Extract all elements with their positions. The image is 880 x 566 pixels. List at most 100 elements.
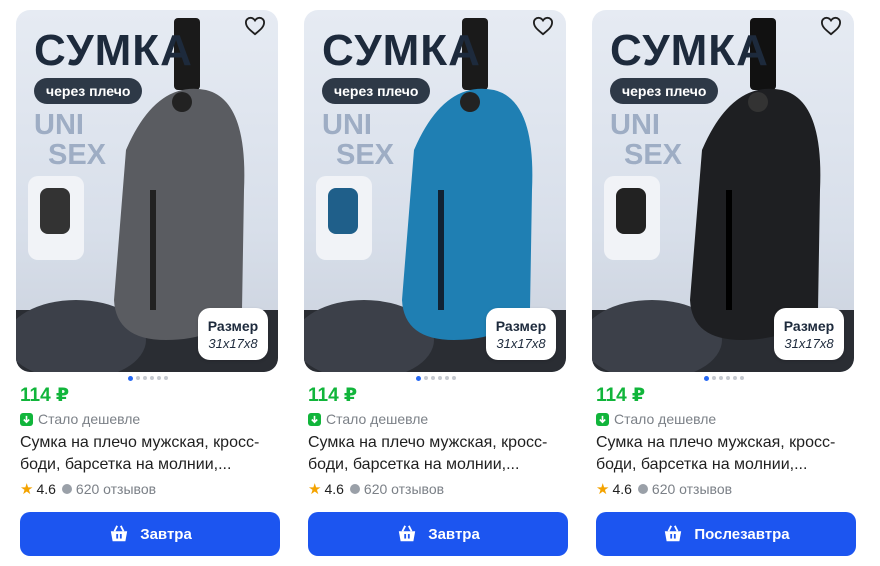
size-badge: Размер 31x17x8 [198,308,268,360]
basket-icon [111,525,128,542]
size-value: 31x17x8 [208,335,258,351]
unisex-line2: SEX [336,139,395,171]
price-drop-badge: Стало дешевле [308,411,428,427]
pager-dot [719,376,723,380]
image-pager [128,376,168,382]
rating-row: ★ 4.6 620 отзывов [308,480,444,498]
size-value: 31x17x8 [496,335,546,351]
product-photo[interactable]: СУМКА через плечо UNI SEX Размер 31x17x8 [304,10,566,372]
size-badge: Размер 31x17x8 [774,308,844,360]
button-label: Завтра [428,525,480,543]
reviews-count: 620 отзывов [363,481,445,497]
title-line1: Сумка на плечо мужская, кросс- [20,434,260,451]
product-photo[interactable]: СУМКА через плечо UNI SEX Размер 31x17x8 [592,10,854,372]
price-down-icon [596,412,609,426]
reviews-count: 620 отзывов [651,481,733,497]
image-chip: через плечо [322,78,431,104]
image-chip: через плечо [610,78,719,104]
product-card[interactable]: СУМКА через плечо UNI SEX Размер 31x17x8… [300,10,568,558]
reviews-link[interactable]: 620 отзывов [61,481,157,497]
product-card[interactable]: СУМКА через плечо UNI SEX Размер 31x17x8… [12,10,280,558]
product-title[interactable]: Сумка на плечо мужская, кросс- боди, бар… [308,432,566,476]
product-title[interactable]: Сумка на плечо мужская, кросс- боди, бар… [596,432,854,476]
pager-dot [733,376,737,380]
pager-dot [438,376,442,380]
image-headline: СУМКА [610,26,769,75]
badge-label: Стало дешевле [326,411,429,427]
price: 114 ₽ [308,385,358,406]
size-title: Размер [207,317,259,334]
button-label: Завтра [140,525,192,543]
price: 114 ₽ [596,385,646,406]
reviews-link[interactable]: 620 отзывов [349,481,445,497]
image-headline: СУМКА [34,26,193,75]
add-to-cart-button[interactable]: Послезавтра [596,512,856,556]
pager-dot [424,376,428,380]
rating-row: ★ 4.6 620 отзывов [20,480,156,498]
reviews-link[interactable]: 620 отзывов [637,481,733,497]
pager-dot [740,376,744,380]
size-value: 31x17x8 [784,335,834,351]
rating-value: 4.6 [324,481,344,497]
unisex-line2: SEX [48,139,107,171]
price-drop-badge: Стало дешевле [596,411,716,427]
image-pager [704,376,744,382]
add-to-cart-button[interactable]: Завтра [20,512,280,556]
pager-dot [164,376,168,380]
heart-icon[interactable] [820,16,848,44]
image-chip: через плечо [34,78,143,104]
title-line2: боди, барсетка на молнии,... [308,456,520,473]
chat-bubble-icon [61,484,72,494]
heart-icon[interactable] [532,16,560,44]
basket-icon [665,525,682,542]
product-card[interactable]: СУМКА через плечо UNI SEX Размер 31x17x8… [588,10,856,558]
pager-dot [136,376,140,380]
reviews-count: 620 отзывов [75,481,157,497]
basket-icon [399,525,416,542]
star-icon: ★ [20,481,34,498]
pager-dot [726,376,730,380]
size-title: Размер [783,317,835,334]
pager-dot [150,376,154,380]
unisex-line1: UNI [610,109,660,141]
image-unisex: UNI SEX [34,110,106,170]
title-line2: боди, барсетка на молнии,... [596,456,808,473]
pager-dot [452,376,456,380]
rating-value: 4.6 [36,481,56,497]
unisex-line1: UNI [322,109,372,141]
star-icon: ★ [596,481,610,498]
image-headline: СУМКА [322,26,481,75]
pager-dot [128,376,133,381]
pager-dot [704,376,709,381]
size-title: Размер [495,317,547,334]
price-drop-badge: Стало дешевле [20,411,140,427]
pager-dot [143,376,147,380]
badge-label: Стало дешевле [614,411,717,427]
pager-dot [712,376,716,380]
price-down-icon [20,412,33,426]
chat-bubble-icon [637,484,648,494]
size-badge: Размер 31x17x8 [486,308,556,360]
chat-bubble-icon [349,484,360,494]
unisex-line2: SEX [624,139,683,171]
product-photo[interactable]: СУМКА через плечо UNI SEX Размер 31x17x8 [16,10,278,372]
image-unisex: UNI SEX [610,110,682,170]
pager-dot [445,376,449,380]
price-down-icon [308,412,321,426]
pager-dot [416,376,421,381]
badge-label: Стало дешевле [38,411,141,427]
star-icon: ★ [308,481,322,498]
title-line1: Сумка на плечо мужская, кросс- [308,434,548,451]
rating-value: 4.6 [612,481,632,497]
pager-dot [431,376,435,380]
add-to-cart-button[interactable]: Завтра [308,512,568,556]
pager-dot [157,376,161,380]
title-line1: Сумка на плечо мужская, кросс- [596,434,836,451]
heart-icon[interactable] [244,16,272,44]
title-line2: боди, барсетка на молнии,... [20,456,232,473]
button-label: Послезавтра [694,525,790,543]
image-unisex: UNI SEX [322,110,394,170]
product-title[interactable]: Сумка на плечо мужская, кросс- боди, бар… [20,432,278,476]
rating-row: ★ 4.6 620 отзывов [596,480,732,498]
image-pager [416,376,456,382]
